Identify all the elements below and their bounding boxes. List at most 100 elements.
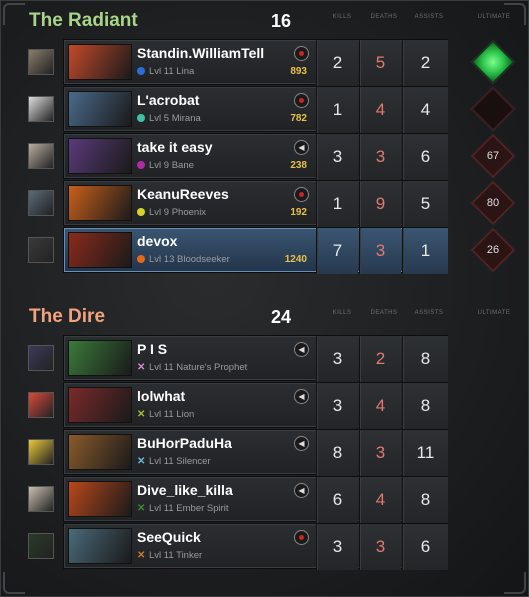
player-card[interactable]: SeeQuick ✕ Lvl 11 Tinker 3 3 6 <box>63 523 448 570</box>
player-row[interactable]: SeeQuick ✕ Lvl 11 Tinker 3 3 6 <box>1 523 529 570</box>
kills-value: 1 <box>316 87 358 133</box>
hero-level: Lvl 11 <box>149 409 174 420</box>
player-card[interactable]: Standin.WilliamTell Lvl 11 Lina 893 2 5 2 <box>63 39 448 86</box>
player-row[interactable]: BuHorPaduHa ✕ Lvl 11 Silencer ◀ 8 3 11 <box>1 429 529 476</box>
player-card[interactable]: P I S ✕ Lvl 11 Nature's Prophet ◀ 3 2 8 <box>63 335 448 382</box>
hero-name: Bane <box>171 160 194 171</box>
hero-info: Lvl 9 Phoenix <box>137 207 206 219</box>
voice-speaker-icon[interactable]: ◀ <box>294 483 309 498</box>
deaths-value: 3 <box>359 430 401 476</box>
kills-value: 2 <box>316 40 358 86</box>
avatar[interactable] <box>28 237 54 263</box>
kills-value: 7 <box>316 228 358 274</box>
player-row[interactable]: Standin.WilliamTell Lvl 11 Lina 893 2 5 2 <box>1 39 529 86</box>
player-name: SeeQuick <box>137 529 201 545</box>
hero-level: Lvl 11 <box>149 550 174 561</box>
deaths-value: 5 <box>359 40 401 86</box>
assists-column-header: ASSISTS <box>414 310 444 316</box>
ultimate-cooldown: 67 <box>486 150 500 162</box>
hero-level: Lvl 11 <box>149 362 174 373</box>
player-card[interactable]: take it easy Lvl 9 Bane 238 ◀ 3 3 6 <box>63 133 448 180</box>
deaths-value: 4 <box>359 477 401 523</box>
player-card[interactable]: L'acrobat Lvl 5 Mirana 782 1 4 4 <box>63 86 448 133</box>
hero-portrait <box>68 232 132 268</box>
hero-info: Lvl 13 Bloodseeker <box>137 254 230 266</box>
assists-value: 11 <box>402 430 448 476</box>
hero-color-dot <box>137 114 145 122</box>
deaths-column-header: DEATHS <box>370 310 398 316</box>
voice-record-icon[interactable] <box>294 46 309 61</box>
player-card[interactable]: BuHorPaduHa ✕ Lvl 11 Silencer ◀ 8 3 11 <box>63 429 448 476</box>
voice-speaker-icon[interactable]: ◀ <box>294 389 309 404</box>
voice-record-icon[interactable] <box>294 187 309 202</box>
player-row[interactable]: Dive_like_killa ✕ Lvl 11 Ember Spirit ◀ 6 4 8 <box>1 476 529 523</box>
hero-info: ✕ Lvl 11 Lion <box>137 409 194 421</box>
player-card[interactable]: KeanuReeves Lvl 9 Phoenix 192 1 9 5 <box>63 180 448 227</box>
hero-level: Lvl 13 <box>149 254 175 265</box>
hero-info: ✕ Lvl 11 Nature's Prophet <box>137 362 247 374</box>
player-card[interactable]: Dive_like_killa ✕ Lvl 11 Ember Spirit ◀ 6 4 8 <box>63 476 448 523</box>
deaths-value: 3 <box>359 134 401 180</box>
ultimate-status-icon <box>471 40 515 84</box>
player-name: take it easy <box>137 139 213 155</box>
hero-color-mark-icon: ✕ <box>137 503 146 514</box>
avatar[interactable] <box>28 439 54 465</box>
assists-value: 8 <box>402 383 448 429</box>
avatar[interactable] <box>28 143 54 169</box>
player-name: P I S <box>137 341 168 357</box>
avatar-image <box>29 238 53 262</box>
assists-value: 8 <box>402 336 448 382</box>
hero-name: Ember Spirit <box>176 503 229 514</box>
avatar[interactable] <box>28 486 54 512</box>
deaths-value: 3 <box>359 228 401 274</box>
avatar-image <box>29 97 53 121</box>
radiant-header: The Radiant 16 KILLS DEATHS ASSISTS ULTI… <box>29 10 519 36</box>
deaths-column-header: DEATHS <box>370 14 398 20</box>
avatar[interactable] <box>28 96 54 122</box>
assists-column-header: ASSISTS <box>414 14 444 20</box>
assists-value: 6 <box>402 524 448 570</box>
avatar-image <box>29 50 53 74</box>
ultimate-cooldown: 26 <box>486 244 500 256</box>
player-row[interactable]: L'acrobat Lvl 5 Mirana 782 1 4 4 <box>1 86 529 133</box>
hero-level: Lvl 5 <box>149 113 170 124</box>
kills-column-header: KILLS <box>332 14 352 20</box>
gold-amount: 192 <box>290 207 307 218</box>
player-row[interactable]: devox Lvl 13 Bloodseeker 1240 7 3 1 26 <box>1 227 529 274</box>
avatar-image <box>29 191 53 215</box>
player-card[interactable]: lolwhat ✕ Lvl 11 Lion ◀ 3 4 8 <box>63 382 448 429</box>
player-name: lolwhat <box>137 388 186 404</box>
player-row[interactable]: take it easy Lvl 9 Bane 238 ◀ 3 3 6 67 <box>1 133 529 180</box>
player-name: BuHorPaduHa <box>137 435 232 451</box>
player-row[interactable]: KeanuReeves Lvl 9 Phoenix 192 1 9 5 80 <box>1 180 529 227</box>
avatar[interactable] <box>28 49 54 75</box>
player-name: Dive_like_killa <box>137 482 233 498</box>
hero-level: Lvl 11 <box>149 503 174 514</box>
voice-record-icon[interactable] <box>294 93 309 108</box>
voice-speaker-icon[interactable]: ◀ <box>294 342 309 357</box>
hero-color-dot <box>137 208 145 216</box>
player-row[interactable]: lolwhat ✕ Lvl 11 Lion ◀ 3 4 8 <box>1 382 529 429</box>
hero-color-mark-icon: ✕ <box>137 456 146 467</box>
voice-record-icon[interactable] <box>294 530 309 545</box>
avatar[interactable] <box>28 190 54 216</box>
assists-value: 2 <box>402 40 448 86</box>
hero-color-mark-icon: ✕ <box>137 550 146 561</box>
hero-level: Lvl 11 <box>149 456 174 467</box>
hero-level: Lvl 9 <box>149 160 170 171</box>
hero-name: Mirana <box>171 113 201 124</box>
avatar[interactable] <box>28 392 54 418</box>
gold-amount: 1240 <box>284 254 307 265</box>
voice-speaker-icon[interactable]: ◀ <box>294 436 309 451</box>
hero-color-mark-icon: ✕ <box>137 362 146 373</box>
player-name: devox <box>137 233 178 249</box>
avatar[interactable] <box>28 533 54 559</box>
deaths-value: 3 <box>359 524 401 570</box>
assists-value: 8 <box>402 477 448 523</box>
voice-speaker-icon[interactable]: ◀ <box>294 140 309 155</box>
player-card[interactable]: devox Lvl 13 Bloodseeker 1240 7 3 1 <box>63 227 448 274</box>
avatar[interactable] <box>28 345 54 371</box>
player-row[interactable]: P I S ✕ Lvl 11 Nature's Prophet ◀ 3 2 8 <box>1 335 529 382</box>
assists-value: 5 <box>402 181 448 227</box>
corner-ornament <box>3 572 25 594</box>
